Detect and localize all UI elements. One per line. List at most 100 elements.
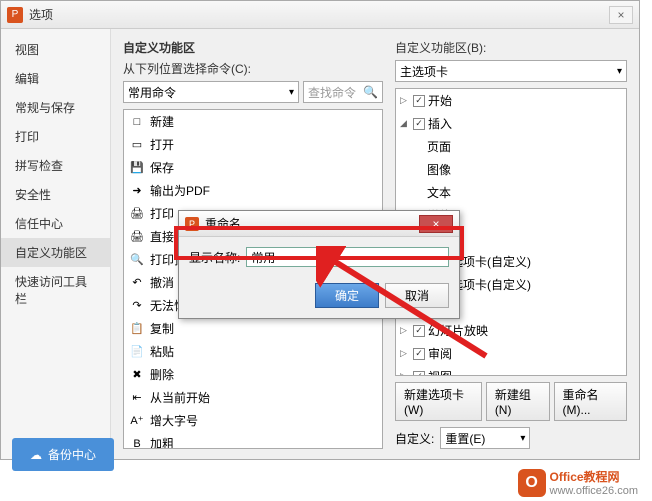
expand-icon[interactable]: ▷ <box>400 325 410 336</box>
window-title: 选项 <box>29 6 609 23</box>
tree-item[interactable]: ▷ 开始 <box>396 89 626 112</box>
tree-item[interactable]: ▷视图 <box>396 365 626 376</box>
list-item[interactable]: ⇤ 从当前开始 <box>124 386 382 409</box>
sidebar-item-spell[interactable]: 拼写检查 <box>1 151 110 180</box>
window-close-button[interactable]: × <box>609 6 633 24</box>
new-tab-button[interactable]: 新建选项卡(W) <box>395 382 482 421</box>
list-item[interactable]: □新建 <box>124 110 382 133</box>
footer: ☁ 备份中心 <box>12 438 114 471</box>
command-icon: A⁺ <box>130 414 144 428</box>
select-value: 常用命令 <box>128 84 176 101</box>
expand-icon[interactable]: ▷ <box>400 95 410 106</box>
app-icon: P <box>185 217 199 231</box>
ok-button[interactable]: 确定 <box>315 283 379 308</box>
tree-label: 文本 <box>427 184 451 201</box>
command-label: 撤消 <box>150 274 174 291</box>
ribbon-tabs-select[interactable]: 主选项卡 ▾ <box>395 60 627 82</box>
dialog-close-button[interactable]: × <box>419 215 453 233</box>
sidebar-item-security[interactable]: 安全性 <box>1 180 110 209</box>
reset-select[interactable]: 重置(E) ▾ <box>440 427 530 449</box>
display-name-input[interactable] <box>246 247 449 267</box>
tree-label: 幻灯片放映 <box>428 322 488 339</box>
command-icon: ✖ <box>130 368 144 382</box>
chevron-down-icon: ▾ <box>520 433 525 444</box>
command-icon: ↶ <box>130 276 144 290</box>
checkbox[interactable] <box>413 325 425 337</box>
command-label: 删除 <box>150 366 174 383</box>
rename-button[interactable]: 重命名(M)... <box>554 382 628 421</box>
tree-label: 审阅 <box>428 345 452 362</box>
tree-label: 开始 <box>428 92 452 109</box>
sidebar: 视图 编辑 常规与保存 打印 拼写检查 安全性 信任中心 自定义功能区 快速访问… <box>1 29 111 459</box>
select-value: 主选项卡 <box>400 63 448 80</box>
expand-icon[interactable]: ◢ <box>400 118 410 129</box>
sidebar-item-trust[interactable]: 信任中心 <box>1 209 110 238</box>
rename-dialog: P 重命名 × 显示名称: 确定 取消 <box>178 210 460 319</box>
cloud-icon: ☁ <box>30 448 42 462</box>
tree-label: 插入 <box>428 115 452 132</box>
search-placeholder: 查找命令 <box>308 84 356 101</box>
titlebar: P 选项 × <box>1 1 639 29</box>
command-icon: 🖨 <box>130 207 144 221</box>
command-source-select[interactable]: 常用命令 ▾ <box>123 81 299 103</box>
tree-label: 图像 <box>427 161 451 178</box>
tree-label: 页面 <box>427 138 451 155</box>
command-icon: ➜ <box>130 184 144 198</box>
command-icon: B <box>130 437 144 450</box>
sidebar-item-general[interactable]: 常规与保存 <box>1 93 110 122</box>
command-icon: ↷ <box>130 299 144 313</box>
list-item[interactable]: ✖ 删除 <box>124 363 382 386</box>
tree-item[interactable]: ▷ 审阅 <box>396 342 626 365</box>
list-item[interactable]: B加粗 <box>124 432 382 449</box>
list-item[interactable]: 📋复制 <box>124 317 382 340</box>
chevron-down-icon: ▾ <box>617 66 622 77</box>
new-group-button[interactable]: 新建组(N) <box>486 382 550 421</box>
list-item[interactable]: 📄粘贴 <box>124 340 382 363</box>
expand-icon[interactable]: ▷ <box>400 348 410 359</box>
list-item[interactable]: 💾 保存 <box>124 156 382 179</box>
command-label: 打印 <box>150 205 174 222</box>
command-icon: 💾 <box>130 161 144 175</box>
command-label: 增大字号 <box>150 412 198 429</box>
command-icon: ⇤ <box>130 391 144 405</box>
office-logo-icon: O <box>518 469 546 497</box>
backup-label: 备份中心 <box>48 446 96 463</box>
command-label: 保存 <box>150 159 174 176</box>
display-name-label: 显示名称: <box>189 249 240 266</box>
sidebar-item-edit[interactable]: 编辑 <box>1 64 110 93</box>
command-icon: □ <box>130 115 144 129</box>
dialog-titlebar: P 重命名 × <box>179 211 459 237</box>
brand-text: Office教程网 <box>550 468 638 485</box>
section-title: 自定义功能区 <box>123 39 383 56</box>
app-icon: P <box>7 7 23 23</box>
search-input[interactable]: 查找命令 🔍 <box>303 81 383 103</box>
tree-item[interactable]: ▷ 幻灯片放映 <box>396 319 626 342</box>
backup-center-button[interactable]: ☁ 备份中心 <box>12 438 114 471</box>
command-label: 打开 <box>150 136 174 153</box>
command-icon: ▭ <box>130 138 144 152</box>
cancel-button[interactable]: 取消 <box>385 283 449 308</box>
checkbox[interactable] <box>413 95 425 107</box>
ribbon-label: 自定义功能区(B): <box>395 39 627 56</box>
checkbox[interactable] <box>413 348 425 360</box>
chevron-down-icon: ▾ <box>289 87 294 98</box>
command-icon: 🖨 <box>130 230 144 244</box>
list-item[interactable]: A⁺ 增大字号 <box>124 409 382 432</box>
checkbox[interactable] <box>413 118 425 130</box>
sidebar-item-ribbon[interactable]: 自定义功能区 <box>1 238 110 267</box>
list-item[interactable]: ▭ 打开 <box>124 133 382 156</box>
checkbox[interactable] <box>413 371 425 377</box>
command-label: 输出为PDF <box>150 182 210 199</box>
tree-item[interactable]: ◢ 插入 <box>396 112 626 135</box>
sidebar-item-print[interactable]: 打印 <box>1 122 110 151</box>
tree-item[interactable]: 页面 <box>396 135 626 158</box>
command-label: 从当前开始 <box>150 389 210 406</box>
sidebar-item-qat[interactable]: 快速访问工具栏 <box>1 267 110 313</box>
list-item[interactable]: ➜ 输出为PDF <box>124 179 382 202</box>
command-label: 粘贴 <box>150 343 174 360</box>
from-label: 从下列位置选择命令(C): <box>123 60 383 77</box>
tree-item[interactable]: 文本 <box>396 181 626 204</box>
expand-icon[interactable]: ▷ <box>400 371 410 376</box>
sidebar-item-view[interactable]: 视图 <box>1 35 110 64</box>
tree-item[interactable]: 图像 <box>396 158 626 181</box>
